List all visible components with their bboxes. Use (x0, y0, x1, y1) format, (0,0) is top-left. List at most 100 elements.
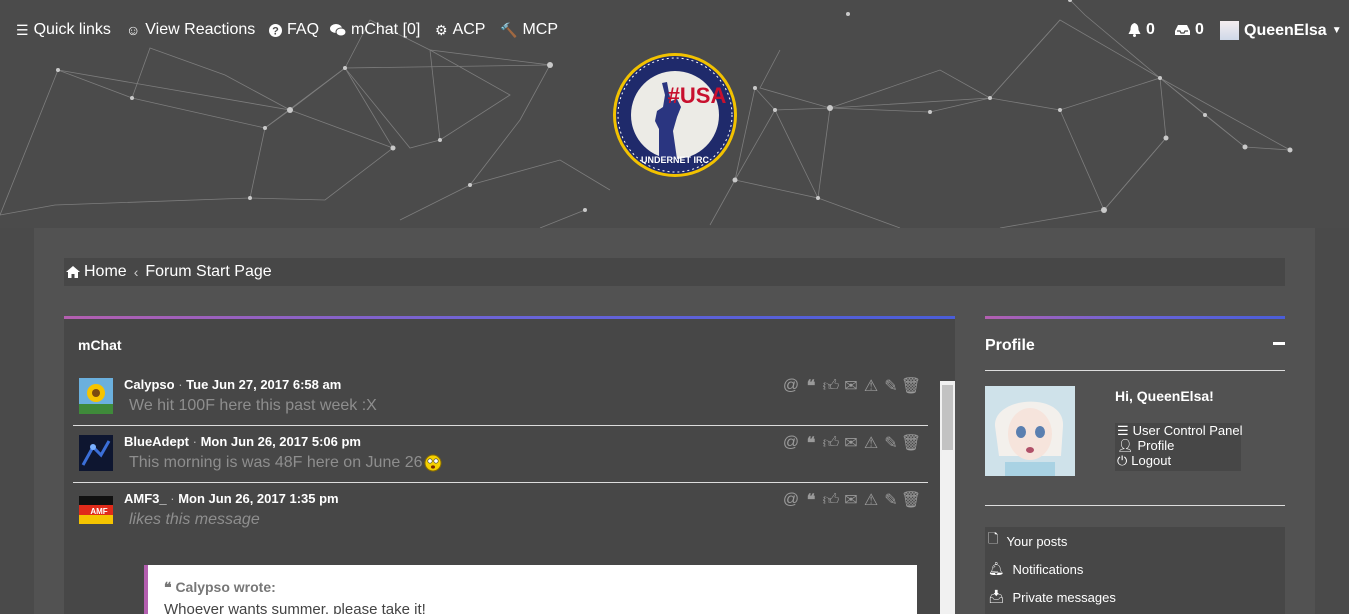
user-control-panel-link[interactable]: ☰ User Control Panel (1117, 422, 1242, 439)
message-text: This morning is was 48F here on June 26 (129, 454, 442, 472)
mcp-label: MCP (522, 21, 558, 38)
inbox-icon (1175, 25, 1190, 35)
messages-count: 0 (1195, 21, 1204, 38)
forum-start-link[interactable]: Forum Start Page (145, 263, 271, 281)
view-reactions-link[interactable]: ☺ View Reactions (126, 21, 255, 39)
bell-icon (1128, 23, 1141, 37)
user-icon: 👤︎ (1117, 437, 1134, 453)
inbox-icon: 📥︎ (988, 589, 1005, 604)
whisper-envelope-icon[interactable]: ✉ (843, 378, 859, 395)
chat-message: BlueAdept · Mon Jun 26, 2017 5:06 pm Thi… (73, 426, 928, 483)
delete-trash-icon[interactable]: 🗑︎ (901, 435, 921, 452)
gavel-icon: 🔨 (500, 21, 518, 38)
user-menu[interactable]: QueenElsa ▼ (1220, 21, 1342, 40)
message-actions: @ ❝ 👍︎ ✉ ⚠ ✎ 🗑︎ (783, 491, 921, 509)
private-messages-button[interactable]: 0 (1175, 21, 1204, 39)
user-avatar-small (1220, 21, 1239, 40)
svg-text:AMF: AMF (90, 507, 107, 516)
like-icon[interactable]: 👍︎ (823, 492, 840, 509)
chat-message: AMF AMF3_ · Mon Jun 26, 2017 1:35 pm lik… (73, 483, 928, 540)
collapse-button[interactable] (1273, 342, 1285, 345)
whisper-envelope-icon[interactable]: ✉ (843, 492, 859, 509)
delete-trash-icon[interactable]: 🗑︎ (901, 378, 921, 395)
edit-pencil-icon[interactable]: ✎ (883, 435, 899, 452)
hamburger-icon: ☰ (16, 21, 29, 38)
acp-label: ACP (452, 21, 486, 38)
avatar (79, 378, 113, 414)
mention-icon[interactable]: @ (783, 377, 799, 394)
faq-label: FAQ (287, 21, 320, 38)
quote-mark-icon: ❝ (164, 579, 176, 595)
message-author[interactable]: BlueAdept (124, 434, 189, 449)
surprised-emoji-icon (424, 454, 442, 472)
message-text: likes this message (129, 511, 260, 528)
mention-icon[interactable]: @ (783, 491, 799, 508)
message-meta: Calypso · Tue Jun 27, 2017 6:58 am (124, 377, 342, 392)
quick-links-menu[interactable]: ☰ Quick links (16, 21, 111, 39)
profile-greeting: Hi, QueenElsa! (1115, 388, 1214, 404)
faq-link[interactable]: ? FAQ (269, 21, 319, 39)
view-reactions-label: View Reactions (145, 21, 256, 38)
private-messages-link[interactable]: 📥︎ Private messages (985, 583, 1285, 611)
mcp-link[interactable]: 🔨 MCP (500, 21, 558, 39)
mention-icon[interactable]: @ (783, 434, 799, 451)
whisper-envelope-icon[interactable]: ✉ (843, 435, 859, 452)
message-actions: @ ❝ 👍︎ ✉ ⚠ ✎ 🗑︎ (783, 434, 921, 452)
question-circle-icon: ? (269, 23, 282, 37)
report-warning-icon[interactable]: ⚠ (863, 492, 879, 509)
message-text: We hit 100F here this past week :X (129, 397, 377, 414)
quote-icon[interactable]: ❝ (803, 378, 819, 395)
message-author[interactable]: AMF3_ (124, 491, 167, 506)
report-warning-icon[interactable]: ⚠ (863, 435, 879, 452)
logo-usa-text: #USA (668, 83, 727, 108)
message-meta: BlueAdept · Mon Jun 26, 2017 5:06 pm (124, 434, 361, 449)
message-quote: ❝ Calypso wrote: Whoever wants summer, p… (144, 565, 917, 614)
profile-avatar (985, 386, 1075, 476)
username-label: QueenElsa (1244, 21, 1327, 39)
site-logo[interactable]: #USA UNDERNET IRC (611, 51, 739, 179)
divider (985, 370, 1285, 371)
quote-icon[interactable]: ❝ (803, 435, 819, 452)
edit-pencil-icon[interactable]: ✎ (883, 492, 899, 509)
acp-link[interactable]: ⚙ ACP (435, 21, 485, 39)
avatar: AMF (79, 492, 113, 528)
message-actions: @ ❝ 👍︎ ✉ ⚠ ✎ 🗑︎ (783, 377, 921, 395)
message-time: Mon Jun 26, 2017 1:35 pm (178, 491, 339, 506)
profile-panel: Profile Hi, QueenElsa! ☰ User Control Pan… (985, 316, 1285, 614)
mchat-title: mChat (78, 337, 122, 353)
profile-link[interactable]: 👤︎ Profile (1117, 437, 1241, 454)
scrollbar-thumb[interactable] (942, 385, 953, 450)
like-icon[interactable]: 👍︎ (823, 435, 840, 452)
message-author[interactable]: Calypso (124, 377, 175, 392)
sliders-icon: ☰ (1117, 422, 1129, 438)
message-meta: AMF3_ · Mon Jun 26, 2017 1:35 pm (124, 491, 339, 506)
divider (985, 505, 1285, 506)
profile-menu: 🗋 Your posts 🔔︎ Notifications 📥︎ Private me… (985, 527, 1285, 614)
smile-icon: ☺ (126, 22, 141, 38)
gears-icon: ⚙ (435, 21, 448, 38)
bell-icon: 🔔︎ (988, 561, 1005, 576)
notifications-link[interactable]: 🔔︎ Notifications (985, 555, 1285, 583)
breadcrumb: Home ‹ Forum Start Page (64, 258, 1285, 286)
notifications-count: 0 (1146, 21, 1155, 38)
home-icon (66, 266, 80, 278)
profile-links: ☰ User Control Panel 👤︎ Profile ⏻ Logout (1115, 422, 1242, 471)
logout-link[interactable]: ⏻ Logout (1117, 453, 1241, 469)
mchat-panel: mChat Calypso · Tue Jun 27, 2017 6:58 am… (64, 316, 955, 614)
breadcrumb-separator: ‹ (133, 264, 139, 280)
delete-trash-icon[interactable]: 🗑︎ (901, 492, 921, 509)
mchat-scrollbar[interactable] (940, 381, 955, 614)
chat-bubbles-icon (330, 24, 346, 37)
notifications-button[interactable]: 0 (1128, 21, 1155, 39)
mchat-label: mChat [0] (351, 21, 421, 38)
your-posts-link[interactable]: 🗋 Your posts (985, 527, 1285, 555)
home-link[interactable]: Home (66, 263, 127, 281)
message-time: Mon Jun 26, 2017 5:06 pm (200, 434, 361, 449)
mchat-link[interactable]: mChat [0] (330, 21, 420, 39)
like-icon[interactable]: 👍︎ (823, 378, 840, 395)
chat-message: Calypso · Tue Jun 27, 2017 6:58 am We hi… (73, 369, 928, 426)
report-warning-icon[interactable]: ⚠ (863, 378, 879, 395)
quote-icon[interactable]: ❝ (803, 492, 819, 509)
edit-pencil-icon[interactable]: ✎ (883, 378, 899, 395)
home-label: Home (84, 263, 127, 280)
